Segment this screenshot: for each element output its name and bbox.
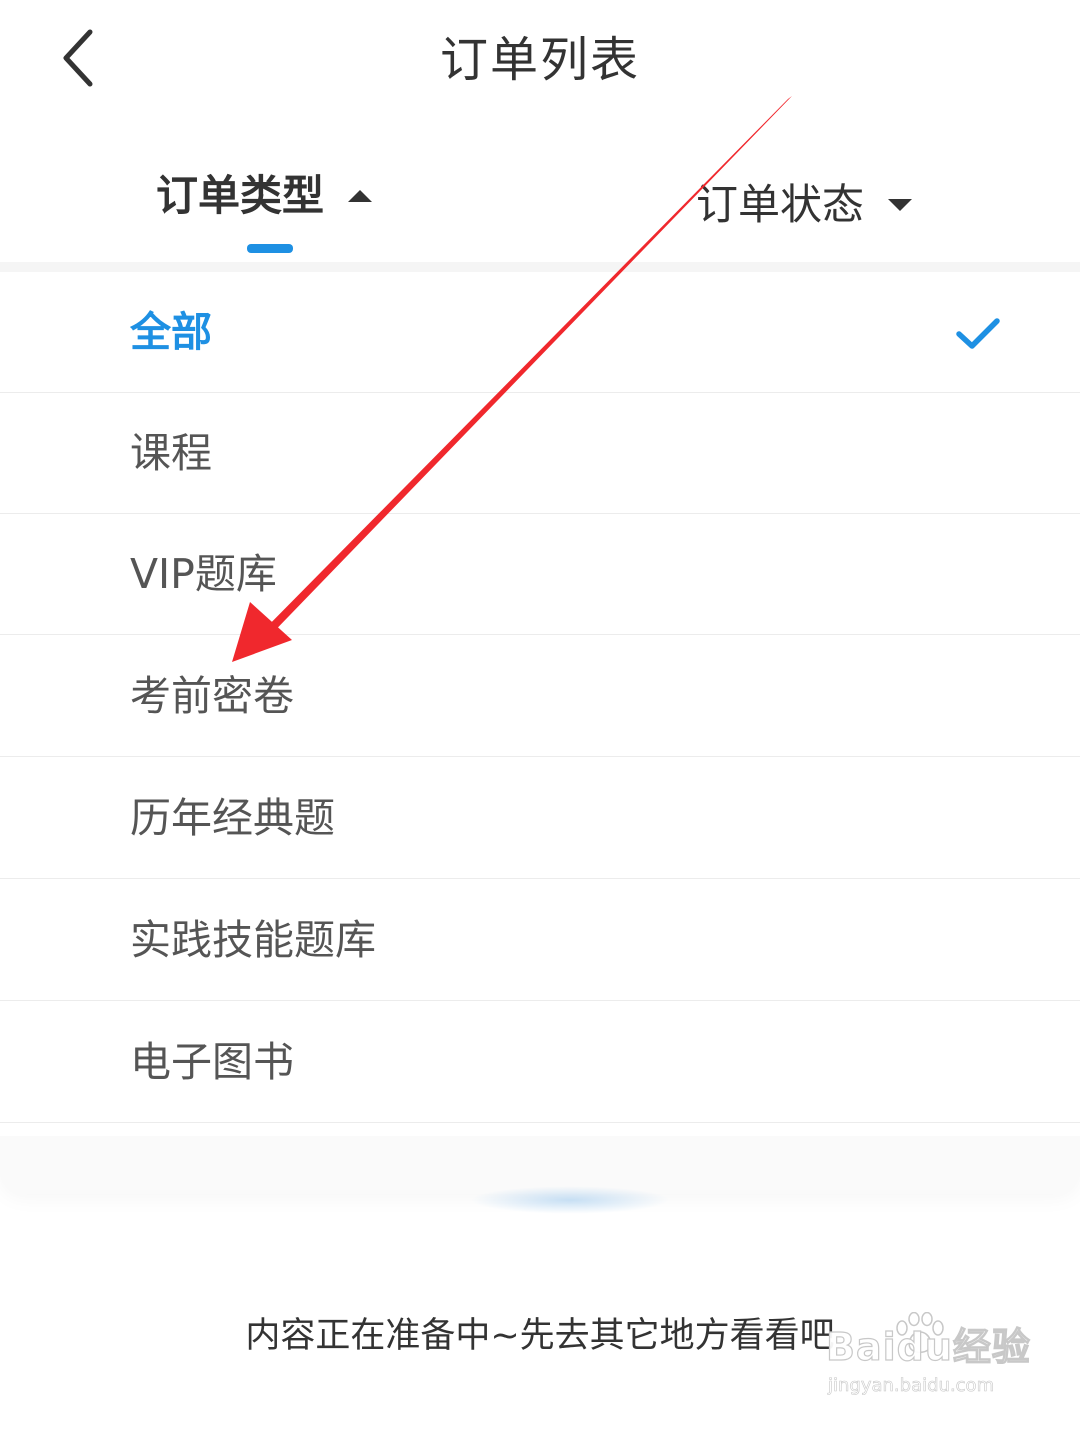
option-label: 全部 bbox=[130, 308, 212, 356]
caret-down-icon bbox=[888, 199, 913, 211]
option-label: VIP题库 bbox=[130, 550, 277, 598]
option-label: 课程 bbox=[130, 429, 212, 477]
caret-up-icon bbox=[348, 190, 373, 202]
option-label: 历年经典题 bbox=[130, 794, 335, 842]
dropdown-footer bbox=[0, 1136, 1080, 1194]
header-bar: 订单列表 bbox=[0, 0, 1080, 120]
option-ebooks[interactable]: 电子图书 bbox=[0, 1002, 1080, 1123]
baidu-jingyan-watermark: Baidu经验 jingyan.baidu.com bbox=[825, 1312, 1030, 1412]
option-past-classic-questions[interactable]: 历年经典题 bbox=[0, 758, 1080, 879]
page-title: 订单列表 bbox=[439, 32, 640, 88]
filter-tab-order-type[interactable]: 订单类型 bbox=[156, 166, 374, 226]
option-all[interactable]: 全部 bbox=[0, 272, 1080, 393]
filter-tab-order-status[interactable]: 订单状态 bbox=[696, 175, 914, 235]
option-label: 考前密卷 bbox=[130, 672, 294, 720]
option-label: 电子图书 bbox=[130, 1038, 294, 1086]
option-vip-question-bank[interactable]: VIP题库 bbox=[0, 514, 1080, 635]
watermark-url: jingyan.baidu.com bbox=[828, 1375, 995, 1397]
active-tab-indicator bbox=[247, 244, 293, 253]
filter-tab-order-type-label: 订单类型 bbox=[156, 171, 325, 220]
option-course[interactable]: 课程 bbox=[0, 393, 1080, 514]
option-practical-skills-bank[interactable]: 实践技能题库 bbox=[0, 880, 1080, 1001]
order-type-dropdown: 全部 课程 VIP题库 考前密卷 历年经典题 实践技能题库 电子图书 bbox=[0, 262, 1080, 1194]
watermark-brand: Baidu经验 bbox=[825, 1324, 1031, 1369]
filter-tab-order-status-label: 订单状态 bbox=[696, 180, 865, 229]
empty-state-illustration bbox=[470, 1186, 670, 1214]
option-label: 实践技能题库 bbox=[130, 916, 376, 964]
option-pre-exam-papers[interactable]: 考前密卷 bbox=[0, 636, 1080, 757]
checkmark-icon bbox=[956, 318, 1000, 349]
